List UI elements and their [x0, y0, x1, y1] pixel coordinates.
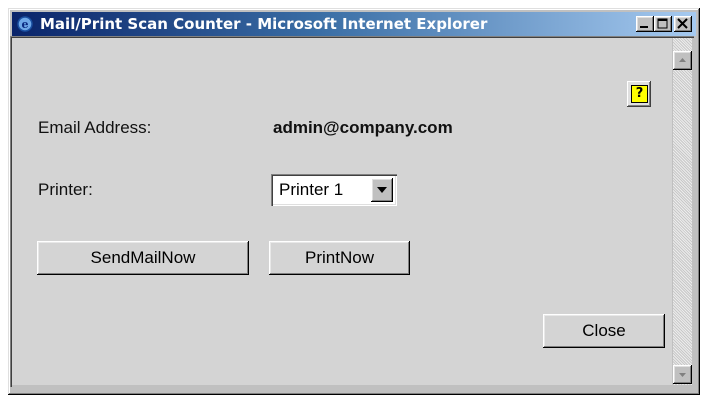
- minimize-button[interactable]: [636, 16, 654, 32]
- print-button[interactable]: PrintNow: [269, 241, 410, 275]
- email-value: admin@company.com: [273, 118, 453, 137]
- help-button[interactable]: ?: [627, 81, 651, 107]
- close-window-button[interactable]: [674, 16, 692, 32]
- close-icon: [677, 18, 688, 29]
- dropdown-button[interactable]: [371, 178, 393, 202]
- printer-select[interactable]: Printer 1: [271, 174, 397, 206]
- vertical-scrollbar[interactable]: [673, 38, 692, 385]
- maximize-icon: [657, 18, 668, 29]
- window-title: Mail/Print Scan Counter - Microsoft Inte…: [40, 15, 488, 33]
- arrow-down-icon: [679, 373, 686, 377]
- scroll-up-button[interactable]: [673, 51, 692, 70]
- svg-text:e: e: [22, 18, 29, 31]
- chevron-down-icon: [377, 187, 387, 193]
- printer-selected-value: Printer 1: [279, 180, 344, 199]
- internet-explorer-icon: e: [17, 16, 33, 32]
- arrow-up-icon: [679, 58, 686, 62]
- maximize-button[interactable]: [654, 16, 672, 32]
- close-button[interactable]: Close: [543, 314, 665, 348]
- email-label: Email Address:: [38, 118, 152, 137]
- title-bar[interactable]: e Mail/Print Scan Counter - Microsoft In…: [12, 12, 696, 36]
- help-icon: ?: [631, 85, 648, 103]
- minimize-icon: [640, 26, 648, 28]
- printer-label: Printer:: [38, 180, 93, 199]
- send-mail-button[interactable]: SendMailNow: [37, 241, 249, 275]
- scroll-down-button[interactable]: [673, 365, 692, 384]
